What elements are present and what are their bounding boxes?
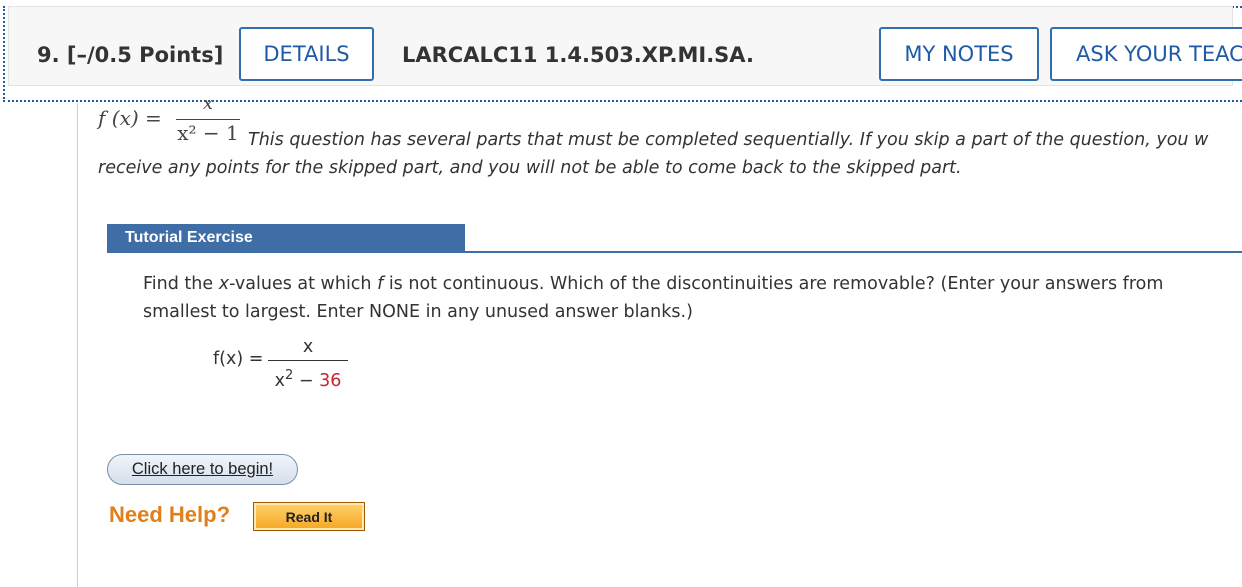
fraction-bar xyxy=(176,119,240,120)
content-left-rule xyxy=(77,103,78,587)
function-denominator: x2 − 36 xyxy=(274,368,342,391)
function-fraction: x x2 − 36 xyxy=(268,336,348,392)
prompt-line-2: receive any points for the skipped part,… xyxy=(98,158,962,178)
need-help-label: Need Help? xyxy=(109,502,231,527)
function-numerator: x xyxy=(302,337,314,357)
prompt-numerator: x xyxy=(202,93,214,114)
denominator-constant: 36 xyxy=(319,370,342,391)
function-definition-label: f(x) = xyxy=(213,349,264,369)
my-notes-button[interactable]: MY NOTES xyxy=(879,27,1039,81)
ask-your-teacher-button[interactable]: ASK YOUR TEAC xyxy=(1050,27,1242,81)
read-it-button[interactable]: Read It xyxy=(253,502,365,531)
question-points: [–/0.5 Points] xyxy=(66,43,224,67)
function-fraction-bar xyxy=(268,360,348,361)
question-number: 9. [–/0.5 Points] xyxy=(37,40,223,70)
details-button[interactable]: DETAILS xyxy=(239,27,374,81)
tutorial-exercise-tab: Tutorial Exercise xyxy=(107,224,465,251)
question-code: LARCALC11 1.4.503.XP.MI.SA. xyxy=(402,43,754,67)
question-number-value: 9. xyxy=(37,43,60,67)
prompt-line-1: This question has several parts that mus… xyxy=(248,130,1209,150)
tutorial-task-text: Find the x-values at which f is not cont… xyxy=(143,274,1164,322)
prompt-instructions: This question has several parts that mus… xyxy=(98,126,1242,182)
tutorial-divider xyxy=(107,251,1242,253)
click-here-to-begin-button[interactable]: Click here to begin! xyxy=(107,454,298,485)
